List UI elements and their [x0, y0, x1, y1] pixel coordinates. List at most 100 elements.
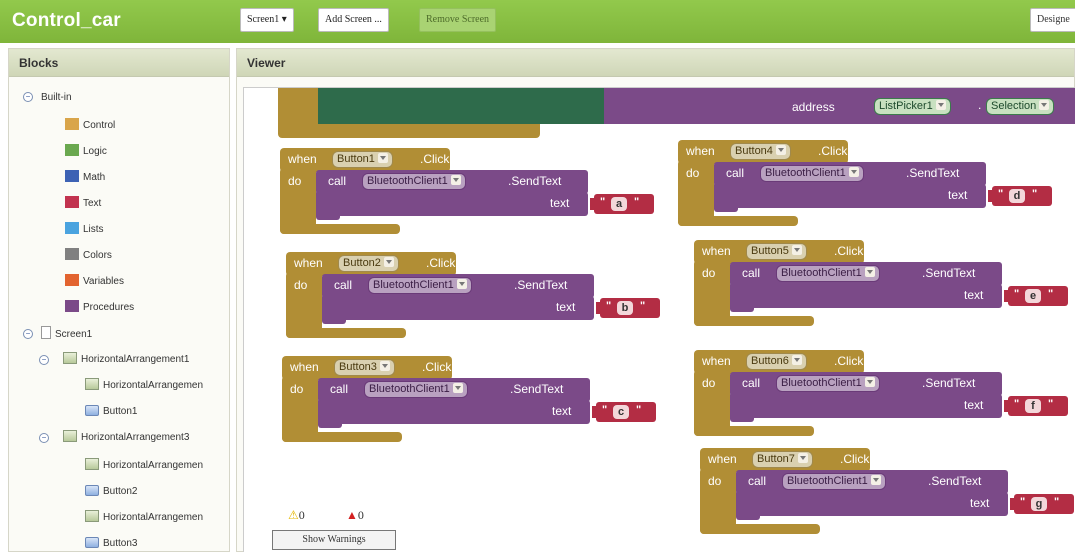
do-label: do [702, 266, 716, 280]
component-harr-child-2[interactable]: HorizontalArrangemen [85, 509, 203, 527]
add-screen-button[interactable]: Add Screen ... [318, 8, 389, 32]
event-footer [700, 524, 820, 534]
builtin-item-math[interactable]: Math [65, 169, 105, 187]
collapse-harr1-icon[interactable]: − [39, 355, 49, 365]
do-label: do [702, 376, 716, 390]
errors-indicator[interactable]: ▲0 [346, 508, 364, 523]
bluetooth-client-dropdown[interactable]: BluetoothClient1 [368, 277, 472, 294]
when-label: when [702, 354, 731, 368]
event-footer [282, 432, 402, 442]
sendtext-label: .SendText [922, 266, 976, 280]
dot-label: . [978, 98, 982, 112]
screen-select-button[interactable]: Screen1 ▾ [240, 8, 294, 32]
string-value[interactable]: d [1009, 189, 1025, 203]
string-value[interactable]: b [617, 301, 633, 315]
string-block[interactable]: " f " [1008, 396, 1068, 416]
chevron-down-icon [864, 377, 875, 387]
event-button-dropdown[interactable]: Button2 [338, 255, 399, 272]
chevron-down-icon [935, 100, 946, 110]
string-block[interactable]: " c " [596, 402, 656, 422]
component-button1[interactable]: Button1 [85, 403, 137, 421]
string-block[interactable]: " e " [1008, 286, 1068, 306]
component-harr1-child[interactable]: HorizontalArrangemen [85, 377, 203, 395]
bluetooth-client-dropdown[interactable]: BluetoothClient1 [362, 173, 466, 190]
event-button-dropdown[interactable]: Button6 [746, 353, 807, 370]
sendtext-label: .SendText [906, 166, 960, 180]
event-footer [678, 216, 798, 226]
open-quote-icon: " [1020, 496, 1026, 508]
builtin-item-logic[interactable]: Logic [65, 143, 107, 161]
string-block[interactable]: " a " [594, 194, 654, 214]
listpicker-dropdown[interactable]: ListPicker1 [874, 98, 951, 115]
component-harr3-child[interactable]: HorizontalArrangemen [85, 457, 203, 475]
close-quote-icon: " [1054, 496, 1060, 508]
call-label: call [328, 174, 347, 188]
close-quote-icon: " [634, 196, 640, 208]
component-harr3[interactable]: HorizontalArrangement3 [63, 429, 189, 447]
component-button2[interactable]: Button2 [85, 483, 137, 501]
builtin-item-lists[interactable]: Lists [65, 221, 104, 239]
component-button3[interactable]: Button3 [85, 535, 137, 552]
close-quote-icon: " [640, 300, 646, 312]
string-value[interactable]: a [611, 197, 627, 211]
designer-button[interactable]: Designe [1030, 8, 1075, 32]
event-footer [286, 328, 406, 338]
builtin-item-control[interactable]: Control [65, 117, 115, 135]
chevron-down-icon [1039, 100, 1050, 110]
bluetooth-client-dropdown[interactable]: BluetoothClient1 [782, 473, 886, 490]
component-harr1[interactable]: HorizontalArrangement1 [63, 351, 189, 369]
event-footer [694, 426, 814, 436]
event-button-dropdown[interactable]: Button4 [730, 143, 791, 160]
chevron-down-icon [848, 167, 859, 177]
builtin-item-procedures[interactable]: Procedures [65, 299, 134, 317]
close-quote-icon: " [1032, 188, 1038, 200]
button-icon [85, 485, 99, 496]
event-button-dropdown[interactable]: Button7 [752, 451, 813, 468]
builtin-item-variables[interactable]: Variables [65, 273, 124, 291]
chevron-down-icon [775, 145, 786, 155]
call-label: call [330, 382, 349, 396]
bluetooth-client-dropdown[interactable]: BluetoothClient1 [776, 375, 880, 392]
click-label: .Click [422, 360, 452, 374]
string-value[interactable]: f [1025, 399, 1041, 413]
selection-dropdown[interactable]: Selection [986, 98, 1055, 115]
call-label: call [742, 266, 761, 280]
builtin-item-text[interactable]: Text [65, 195, 101, 213]
event-footer [694, 316, 814, 326]
string-block[interactable]: " d " [992, 186, 1052, 206]
show-warnings-button[interactable]: Show Warnings [272, 530, 396, 550]
chevron-down-icon [791, 355, 802, 365]
do-label: do [290, 382, 304, 396]
string-value[interactable]: c [613, 405, 629, 419]
string-block[interactable]: " b " [600, 298, 660, 318]
collapse-screen1-icon[interactable]: − [23, 329, 33, 339]
call-label: call [748, 474, 767, 488]
button-icon [85, 537, 99, 548]
bluetooth-client-dropdown[interactable]: BluetoothClient1 [760, 165, 864, 182]
app-title: Control_car [12, 10, 121, 31]
builtin-node[interactable]: Built-in [41, 89, 72, 107]
screen-icon [41, 326, 51, 339]
click-label: .Click [420, 152, 450, 166]
collapse-harr3-icon[interactable]: − [39, 433, 49, 443]
collapse-builtin-icon[interactable]: − [23, 92, 33, 102]
bluetooth-client-dropdown[interactable]: BluetoothClient1 [776, 265, 880, 282]
chevron-down-icon [377, 153, 388, 163]
arrangement-icon [63, 352, 77, 364]
screen1-node[interactable]: Screen1 [41, 326, 92, 344]
warnings-indicator[interactable]: ⚠0 [288, 508, 305, 523]
event-button-dropdown[interactable]: Button5 [746, 243, 807, 260]
text-param-label: text [550, 196, 570, 210]
remove-screen-button[interactable]: Remove Screen [419, 8, 497, 32]
blocks-workspace[interactable]: address ListPicker1 . Selection when But… [243, 87, 1075, 552]
event-button-dropdown[interactable]: Button3 [334, 359, 395, 376]
string-value[interactable]: e [1025, 289, 1041, 303]
chevron-down-icon [450, 175, 461, 185]
bluetooth-client-dropdown[interactable]: BluetoothClient1 [364, 381, 468, 398]
sendtext-label: .SendText [922, 376, 976, 390]
builtin-item-colors[interactable]: Colors [65, 247, 112, 265]
string-value[interactable]: g [1031, 497, 1047, 511]
event-button-dropdown[interactable]: Button1 [332, 151, 393, 168]
string-block[interactable]: " g " [1014, 494, 1074, 514]
open-quote-icon: " [998, 188, 1004, 200]
